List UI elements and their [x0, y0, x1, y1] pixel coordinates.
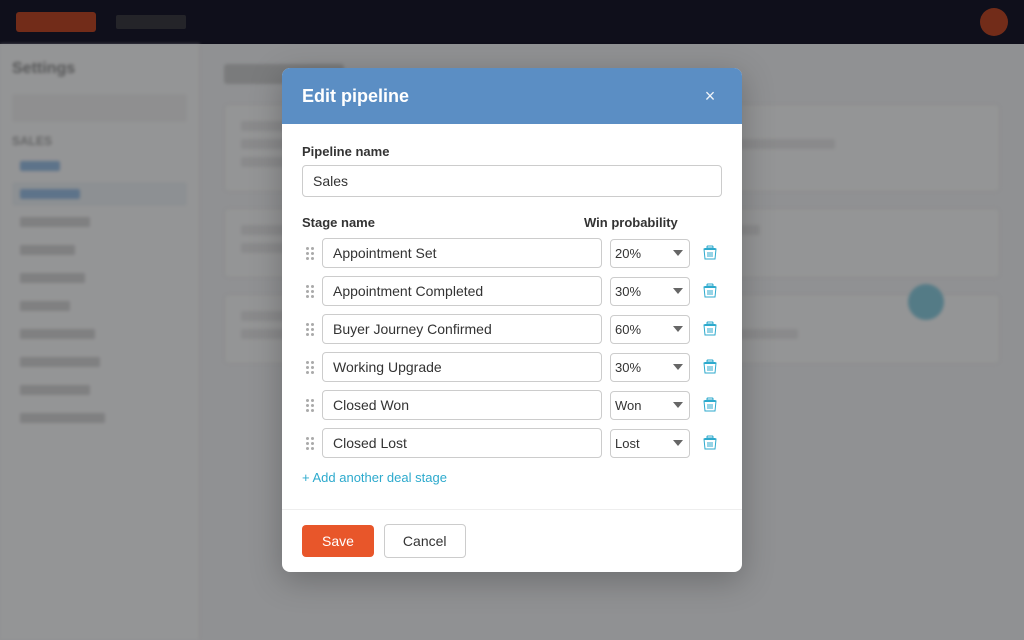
stage-name-input[interactable]: [322, 276, 602, 306]
stage-delete-button[interactable]: [698, 279, 722, 303]
stage-row: 10%20%30%40%50%60%70%80%90%100%WonLost: [302, 428, 722, 458]
modal-header: Edit pipeline ×: [282, 68, 742, 124]
drag-handle-icon[interactable]: [302, 399, 318, 412]
stage-row: 10%20%30%40%50%60%70%80%90%100%WonLost: [302, 390, 722, 420]
stage-row: 10%20%30%40%50%60%70%80%90%100%WonLost: [302, 352, 722, 382]
drag-handle-icon[interactable]: [302, 285, 318, 298]
pipeline-name-label: Pipeline name: [302, 144, 722, 159]
stage-row: 10%20%30%40%50%60%70%80%90%100%WonLost: [302, 276, 722, 306]
stage-delete-button[interactable]: [698, 431, 722, 455]
modal-footer: Save Cancel: [282, 509, 742, 572]
drag-handle-icon[interactable]: [302, 361, 318, 374]
stage-probability-select[interactable]: 10%20%30%40%50%60%70%80%90%100%WonLost: [610, 353, 690, 382]
stage-name-input[interactable]: [322, 314, 602, 344]
drag-handle-icon[interactable]: [302, 323, 318, 336]
add-stage-button[interactable]: + Add another deal stage: [302, 470, 447, 485]
stage-probability-select[interactable]: 10%20%30%40%50%60%70%80%90%100%WonLost: [610, 277, 690, 306]
modal-overlay: Edit pipeline × Pipeline name Stage name…: [0, 0, 1024, 640]
drag-handle-icon[interactable]: [302, 437, 318, 450]
drag-handle-icon[interactable]: [302, 247, 318, 260]
stage-name-input[interactable]: [322, 428, 602, 458]
stage-probability-select[interactable]: 10%20%30%40%50%60%70%80%90%100%WonLost: [610, 239, 690, 268]
pipeline-name-input[interactable]: [302, 165, 722, 197]
cancel-button[interactable]: Cancel: [384, 524, 466, 558]
stage-delete-button[interactable]: [698, 393, 722, 417]
modal-body: Pipeline name Stage name Win probability…: [282, 124, 742, 509]
stage-name-col-header: Stage name: [302, 215, 584, 230]
win-prob-col-header: Win probability: [584, 215, 694, 230]
stage-name-input[interactable]: [322, 390, 602, 420]
modal-close-button[interactable]: ×: [698, 84, 722, 108]
stage-row: 10%20%30%40%50%60%70%80%90%100%WonLost: [302, 238, 722, 268]
edit-pipeline-modal: Edit pipeline × Pipeline name Stage name…: [282, 68, 742, 572]
stage-row: 10%20%30%40%50%60%70%80%90%100%WonLost: [302, 314, 722, 344]
stage-probability-select[interactable]: 10%20%30%40%50%60%70%80%90%100%WonLost: [610, 429, 690, 458]
stages-header: Stage name Win probability: [302, 215, 722, 230]
stage-name-input[interactable]: [322, 352, 602, 382]
stage-probability-select[interactable]: 10%20%30%40%50%60%70%80%90%100%WonLost: [610, 391, 690, 420]
stage-delete-button[interactable]: [698, 355, 722, 379]
stage-probability-select[interactable]: 10%20%30%40%50%60%70%80%90%100%WonLost: [610, 315, 690, 344]
stage-delete-button[interactable]: [698, 317, 722, 341]
save-button[interactable]: Save: [302, 525, 374, 557]
modal-title: Edit pipeline: [302, 86, 409, 107]
stage-delete-button[interactable]: [698, 241, 722, 265]
stage-name-input[interactable]: [322, 238, 602, 268]
stages-container: 10%20%30%40%50%60%70%80%90%100%WonLost 1…: [302, 238, 722, 458]
